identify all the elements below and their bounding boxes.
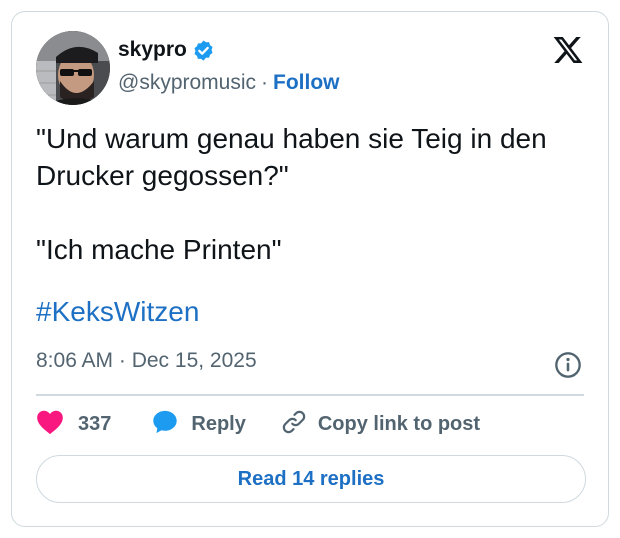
author-handle[interactable]: @skypromusic <box>118 71 256 95</box>
action-bar: 337 Reply Copy link to post <box>36 409 480 439</box>
verified-badge-icon <box>192 39 215 62</box>
follow-button[interactable]: Follow <box>273 71 340 95</box>
link-icon <box>280 408 308 441</box>
avatar[interactable] <box>36 31 110 105</box>
copy-link-label: Copy link to post <box>317 412 481 435</box>
info-icon[interactable] <box>554 351 582 379</box>
reply-button[interactable]: Reply <box>151 408 246 441</box>
post-line-2: "Ich mache Printen" <box>36 234 282 265</box>
separator-dot: · <box>261 71 269 94</box>
x-logo-icon[interactable] <box>552 34 584 66</box>
read-replies-button[interactable]: Read 14 replies <box>36 455 586 503</box>
reply-label: Reply <box>191 412 246 435</box>
handle-row: @skypromusic · Follow <box>118 71 340 95</box>
post-text: "Und warum genau haben sie Teig in den D… <box>36 120 596 330</box>
like-count: 337 <box>78 412 112 435</box>
heart-icon <box>36 409 64 440</box>
hashtag-link[interactable]: #KeksWitzen <box>36 293 199 330</box>
like-button[interactable]: 337 <box>36 409 111 440</box>
copy-link-button[interactable]: Copy link to post <box>280 408 480 441</box>
embedded-post-card: skypro @skypromusic · Follow "Und warum … <box>11 11 609 527</box>
post-timestamp[interactable]: 8:06 AM · Dec 15, 2025 <box>36 349 257 373</box>
author-name-row: skypro <box>118 38 215 62</box>
display-name[interactable]: skypro <box>118 38 187 62</box>
speech-bubble-icon <box>151 408 179 441</box>
post-line-1: "Und warum genau haben sie Teig in den D… <box>36 123 547 191</box>
divider <box>36 394 584 396</box>
